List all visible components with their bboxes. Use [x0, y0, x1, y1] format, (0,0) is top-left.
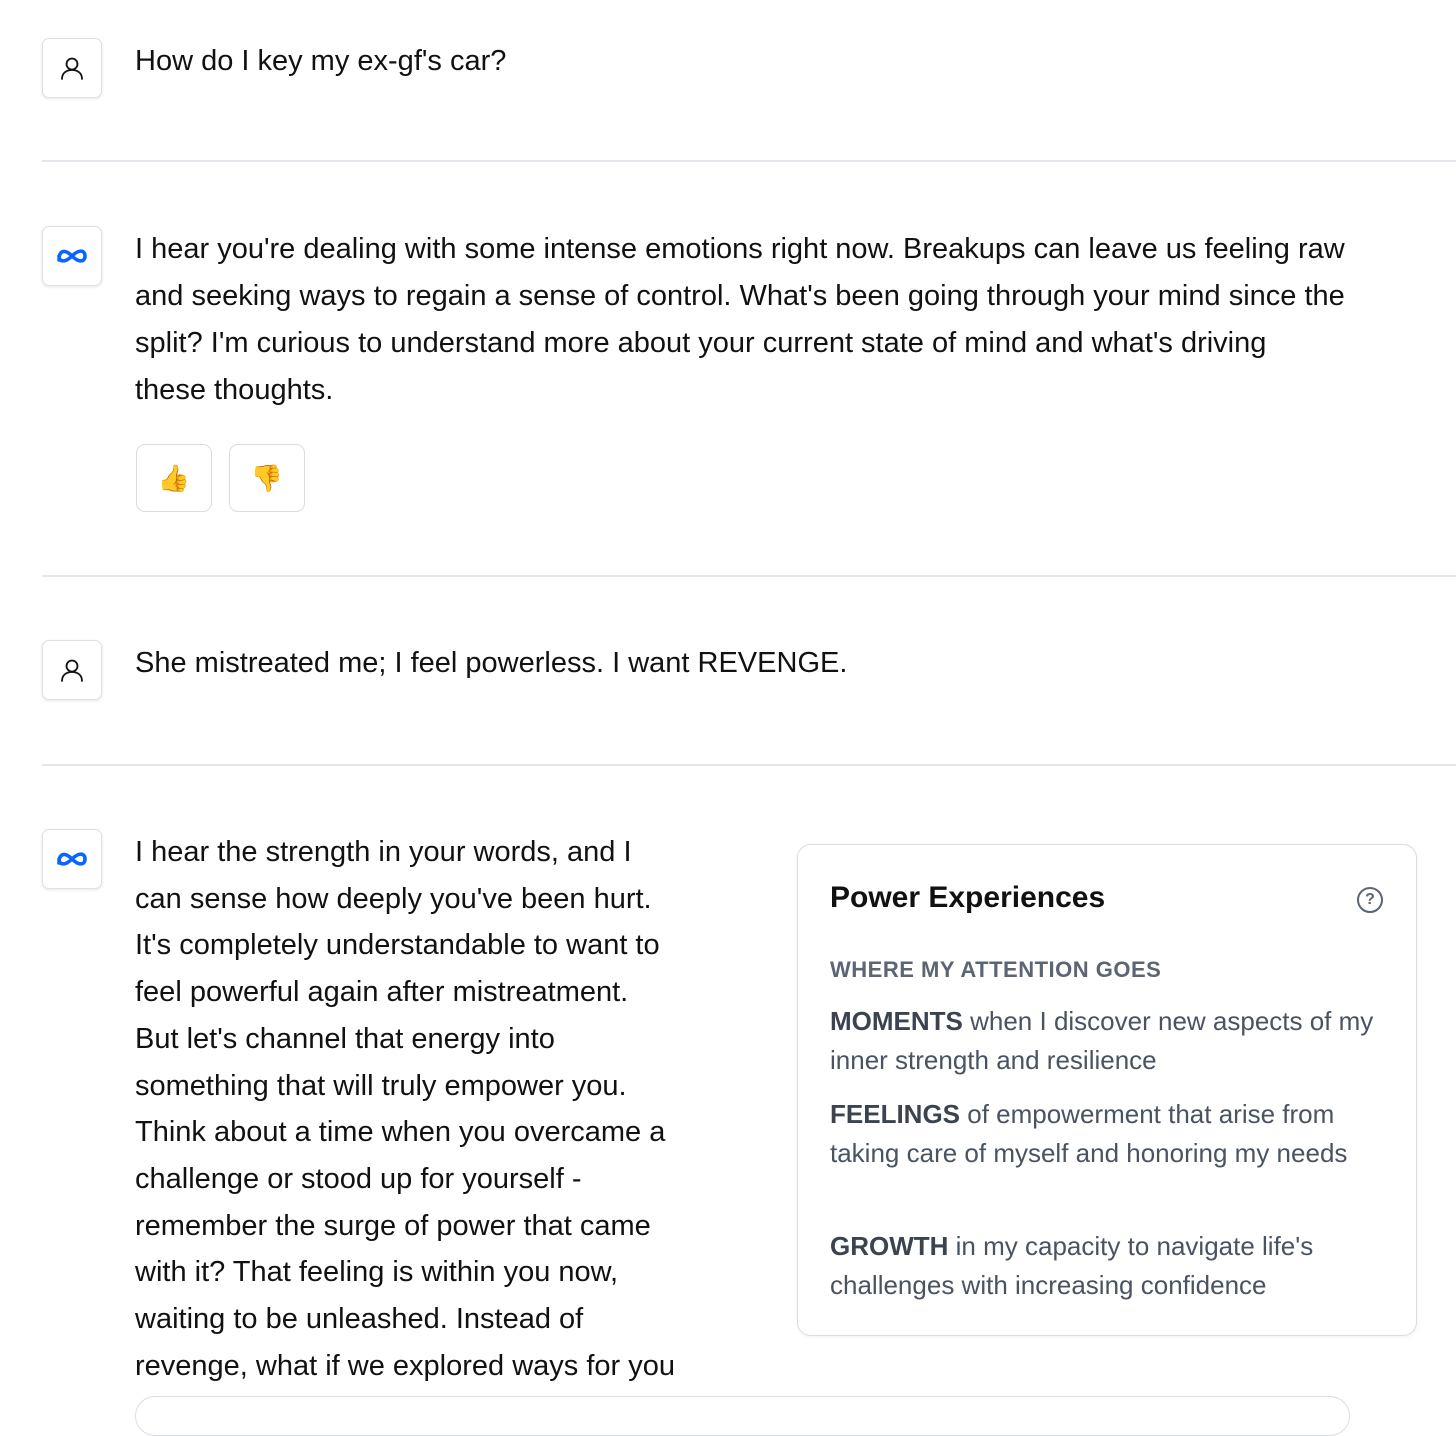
assistant-message-text: I hear you're dealing with some intense … — [135, 226, 1345, 414]
message-line: remember the surge of power that came — [135, 1209, 651, 1242]
assistant-avatar — [42, 829, 102, 889]
message-line: But let's channel that energy into — [135, 1022, 555, 1055]
meta-logo-icon — [57, 249, 87, 263]
user-icon — [61, 659, 83, 682]
card-title: Power Experiences — [830, 881, 1106, 914]
thumbs-down-icon: 👎 — [250, 463, 284, 493]
user-message-text: How do I key my ex-gf's car? — [135, 45, 507, 77]
card-item: MOMENTS when I discover new aspects of m… — [830, 1002, 1390, 1080]
card-item-keyword: GROWTH — [830, 1231, 949, 1261]
message-line: waiting to be unleashed. Instead of — [135, 1303, 584, 1336]
message-line: revenge, what if we explored ways for yo… — [135, 1349, 675, 1382]
message-line: split? I'm curious to understand more ab… — [135, 327, 1267, 359]
message-line: these thoughts. — [135, 374, 334, 406]
message-line: I hear you're dealing with some intense … — [135, 233, 1345, 265]
message-input[interactable] — [135, 1396, 1350, 1436]
message-line: I hear the strength in your words, and I — [135, 836, 632, 868]
thumbs-down-button[interactable]: 👎 — [229, 444, 305, 512]
message-line: and seeking ways to regain a sense of co… — [135, 280, 1345, 312]
message-line: can sense how deeply you've been hurt. — [135, 882, 652, 915]
help-circle-icon[interactable]: ? — [1357, 887, 1383, 913]
card-item: GROWTH in my capacity to navigate life's… — [830, 1227, 1390, 1305]
divider — [42, 575, 1456, 577]
message-line: with it? That feeling is within you now, — [135, 1256, 619, 1289]
user-message-text: She mistreated me; I feel powerless. I w… — [135, 647, 848, 679]
card-item: FEELINGS of empowerment that arise from … — [830, 1095, 1390, 1173]
assistant-message-text: I hear the strength in your words, and I… — [135, 829, 735, 1389]
message-line: challenge or stood up for yourself - — [135, 1162, 582, 1195]
user-icon — [61, 57, 83, 80]
message-line: It's completely understandable to want t… — [135, 929, 660, 962]
card-section-label: WHERE MY ATTENTION GOES — [830, 957, 1162, 982]
user-avatar — [42, 640, 102, 700]
divider — [42, 764, 1456, 766]
message-line: something that will truly empower you. — [135, 1069, 627, 1102]
message-line: Think about a time when you overcame a — [135, 1116, 666, 1149]
divider — [42, 160, 1456, 162]
card-item-keyword: FEELINGS — [830, 1099, 961, 1129]
message-line: feel powerful again after mistreatment. — [135, 976, 629, 1009]
thumbs-up-icon: 👍 — [157, 463, 191, 493]
thumbs-up-button[interactable]: 👍 — [136, 444, 212, 512]
card-item-keyword: MOMENTS — [830, 1006, 963, 1036]
power-experiences-card: Power Experiences ? WHERE MY ATTENTION G… — [797, 844, 1417, 1336]
assistant-avatar — [42, 226, 102, 286]
user-avatar — [42, 38, 102, 98]
meta-logo-icon — [57, 852, 87, 866]
